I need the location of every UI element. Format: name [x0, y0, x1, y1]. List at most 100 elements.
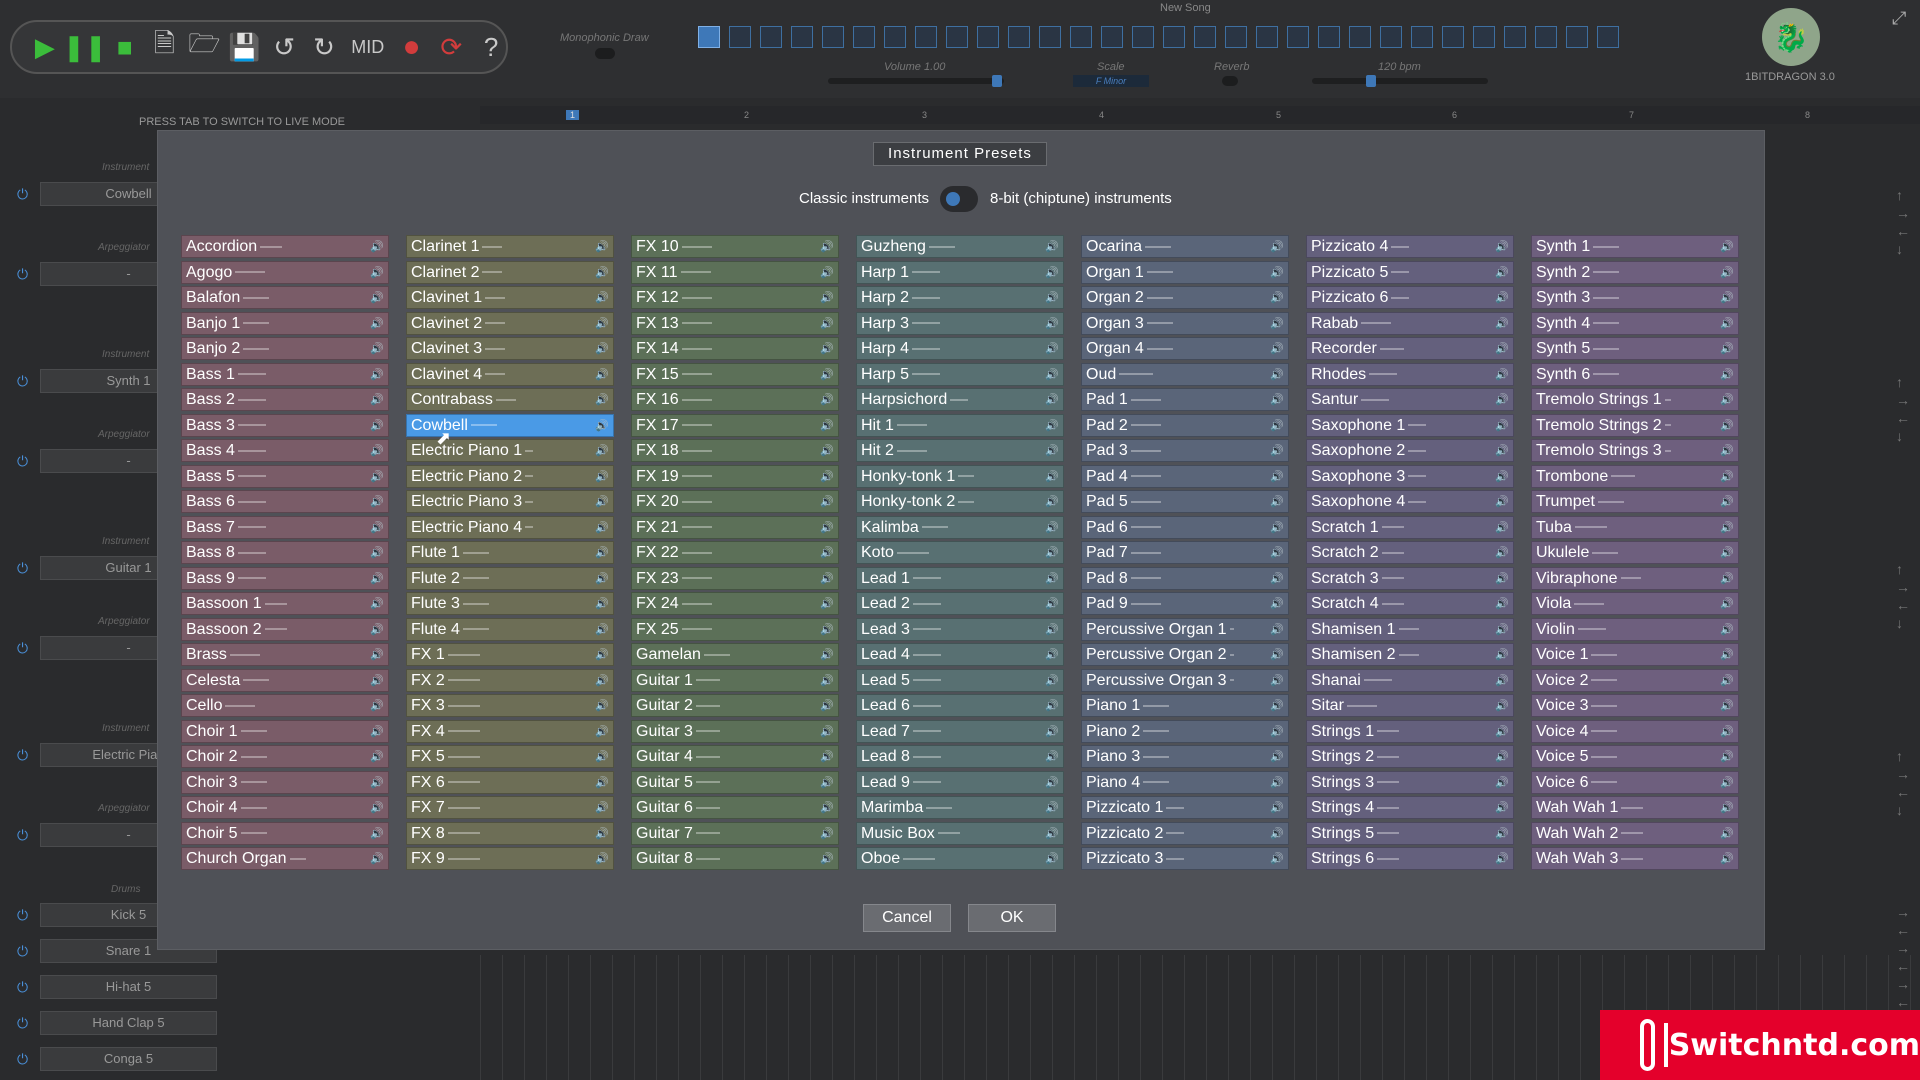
preset-item[interactable]: FX 5 🔊: [406, 745, 614, 768]
speaker-icon[interactable]: 🔊: [595, 695, 609, 716]
preset-item[interactable]: Voice 5 🔊: [1531, 745, 1739, 768]
speaker-icon[interactable]: 🔊: [1495, 619, 1509, 640]
speaker-icon[interactable]: 🔊: [820, 644, 834, 665]
speaker-icon[interactable]: 🔊: [1045, 644, 1059, 665]
power-icon[interactable]: ⏻: [17, 640, 28, 657]
preset-item[interactable]: Lead 3 🔊: [856, 617, 1064, 641]
speaker-icon[interactable]: 🔊: [1720, 695, 1734, 716]
speaker-icon[interactable]: 🔊: [1045, 772, 1059, 793]
preset-item[interactable]: Guitar 3 🔊: [631, 719, 839, 743]
pattern-slot[interactable]: [1473, 26, 1495, 48]
power-icon[interactable]: ⏻: [17, 827, 28, 844]
pattern-slot[interactable]: [1039, 26, 1061, 48]
preset-item[interactable]: Pad 4 🔊: [1081, 464, 1289, 488]
speaker-icon[interactable]: 🔊: [1045, 491, 1059, 512]
speaker-icon[interactable]: 🔊: [1045, 415, 1059, 436]
speaker-icon[interactable]: 🔊: [820, 287, 834, 308]
speaker-icon[interactable]: 🔊: [820, 670, 834, 691]
speaker-icon[interactable]: 🔊: [1270, 517, 1284, 538]
preset-item[interactable]: Guzheng 🔊: [856, 235, 1064, 258]
speaker-icon[interactable]: 🔊: [1270, 593, 1284, 614]
speaker-icon[interactable]: 🔊: [1045, 746, 1059, 767]
preset-item[interactable]: Lead 6 🔊: [856, 694, 1064, 717]
speaker-icon[interactable]: 🔊: [1495, 287, 1509, 308]
speaker-icon[interactable]: 🔊: [1045, 542, 1059, 563]
pattern-slot[interactable]: [1411, 26, 1433, 48]
speaker-icon[interactable]: 🔊: [820, 466, 834, 487]
pattern-slot[interactable]: [1132, 26, 1154, 48]
speaker-icon[interactable]: 🔊: [370, 797, 384, 818]
reverb-toggle[interactable]: [1222, 76, 1238, 86]
speaker-icon[interactable]: 🔊: [370, 721, 384, 742]
speaker-icon[interactable]: 🔊: [595, 389, 609, 410]
preset-item[interactable]: FX 16 🔊: [631, 388, 839, 411]
speaker-icon[interactable]: 🔊: [1270, 823, 1284, 844]
preset-item[interactable]: Clavinet 1 🔊: [406, 286, 614, 309]
preset-item[interactable]: Harp 2 🔊: [856, 286, 1064, 309]
speaker-icon[interactable]: 🔊: [595, 517, 609, 538]
pattern-slot[interactable]: [1256, 26, 1278, 48]
speaker-icon[interactable]: 🔊: [1720, 542, 1734, 563]
power-icon[interactable]: ⏻: [17, 1051, 28, 1068]
speaker-icon[interactable]: 🔊: [595, 746, 609, 767]
speaker-icon[interactable]: 🔊: [1495, 644, 1509, 665]
preset-item[interactable]: Bass 6 🔊: [181, 490, 389, 513]
speaker-icon[interactable]: 🔊: [1720, 236, 1734, 257]
speaker-icon[interactable]: 🔊: [1045, 364, 1059, 385]
preset-item[interactable]: Trombone 🔊: [1531, 464, 1739, 488]
preset-item[interactable]: FX 4 🔊: [406, 719, 614, 743]
volume-slider[interactable]: [828, 75, 1004, 87]
speaker-icon[interactable]: 🔊: [1720, 466, 1734, 487]
timeline-marker[interactable]: 6: [1452, 110, 1457, 120]
speaker-icon[interactable]: 🔊: [1045, 568, 1059, 589]
preset-item[interactable]: Shamisen 1 🔊: [1306, 617, 1514, 641]
speaker-icon[interactable]: 🔊: [1270, 797, 1284, 818]
speaker-icon[interactable]: 🔊: [1270, 313, 1284, 334]
speaker-icon[interactable]: 🔊: [370, 593, 384, 614]
power-icon[interactable]: ⏻: [17, 907, 28, 924]
pattern-slot[interactable]: [915, 26, 937, 48]
pattern-slot[interactable]: [1008, 26, 1030, 48]
preset-item[interactable]: Bass 5 🔊: [181, 464, 389, 488]
speaker-icon[interactable]: 🔊: [595, 823, 609, 844]
preset-item[interactable]: FX 23 🔊: [631, 566, 839, 590]
preset-item[interactable]: Lead 4 🔊: [856, 643, 1064, 666]
preset-item[interactable]: Voice 4 🔊: [1531, 719, 1739, 743]
speaker-icon[interactable]: 🔊: [595, 619, 609, 640]
preset-item[interactable]: FX 8 🔊: [406, 821, 614, 845]
speaker-icon[interactable]: 🔊: [1495, 848, 1509, 869]
speaker-icon[interactable]: 🔊: [370, 389, 384, 410]
speaker-icon[interactable]: 🔊: [370, 491, 384, 512]
speaker-icon[interactable]: 🔊: [1720, 517, 1734, 538]
speaker-icon[interactable]: 🔊: [595, 262, 609, 283]
preset-item[interactable]: FX 12 🔊: [631, 286, 839, 309]
preset-item[interactable]: Bass 4 🔊: [181, 439, 389, 462]
speaker-icon[interactable]: 🔊: [370, 670, 384, 691]
track-arrows[interactable]: ↑ → ← ↓: [1896, 186, 1910, 258]
speaker-icon[interactable]: 🔊: [820, 415, 834, 436]
speaker-icon[interactable]: 🔊: [1270, 364, 1284, 385]
speaker-icon[interactable]: 🔊: [820, 823, 834, 844]
preset-item[interactable]: Contrabass 🔊: [406, 388, 614, 411]
power-icon[interactable]: ⏻: [17, 266, 28, 283]
preset-item[interactable]: Strings 6 🔊: [1306, 847, 1514, 870]
timeline-marker[interactable]: 5: [1276, 110, 1281, 120]
preset-item[interactable]: Balafon 🔊: [181, 286, 389, 309]
power-icon[interactable]: ⏻: [17, 979, 28, 996]
speaker-icon[interactable]: 🔊: [1270, 568, 1284, 589]
speaker-icon[interactable]: 🔊: [820, 746, 834, 767]
speaker-icon[interactable]: 🔊: [370, 848, 384, 869]
pattern-slot[interactable]: [1287, 26, 1309, 48]
speaker-icon[interactable]: 🔊: [370, 517, 384, 538]
preset-item[interactable]: Pad 1 🔊: [1081, 388, 1289, 411]
speaker-icon[interactable]: 🔊: [595, 466, 609, 487]
power-icon[interactable]: ⏻: [17, 186, 28, 203]
preset-item[interactable]: Bass 7 🔊: [181, 515, 389, 539]
preset-item[interactable]: Tremolo Strings 3 🔊: [1531, 439, 1739, 462]
preset-item[interactable]: FX 2 🔊: [406, 668, 614, 692]
preset-item[interactable]: Synth 2 🔊: [1531, 260, 1739, 284]
preset-item[interactable]: Lead 1 🔊: [856, 566, 1064, 590]
speaker-icon[interactable]: 🔊: [1045, 593, 1059, 614]
speaker-icon[interactable]: 🔊: [1720, 491, 1734, 512]
speaker-icon[interactable]: 🔊: [1495, 491, 1509, 512]
